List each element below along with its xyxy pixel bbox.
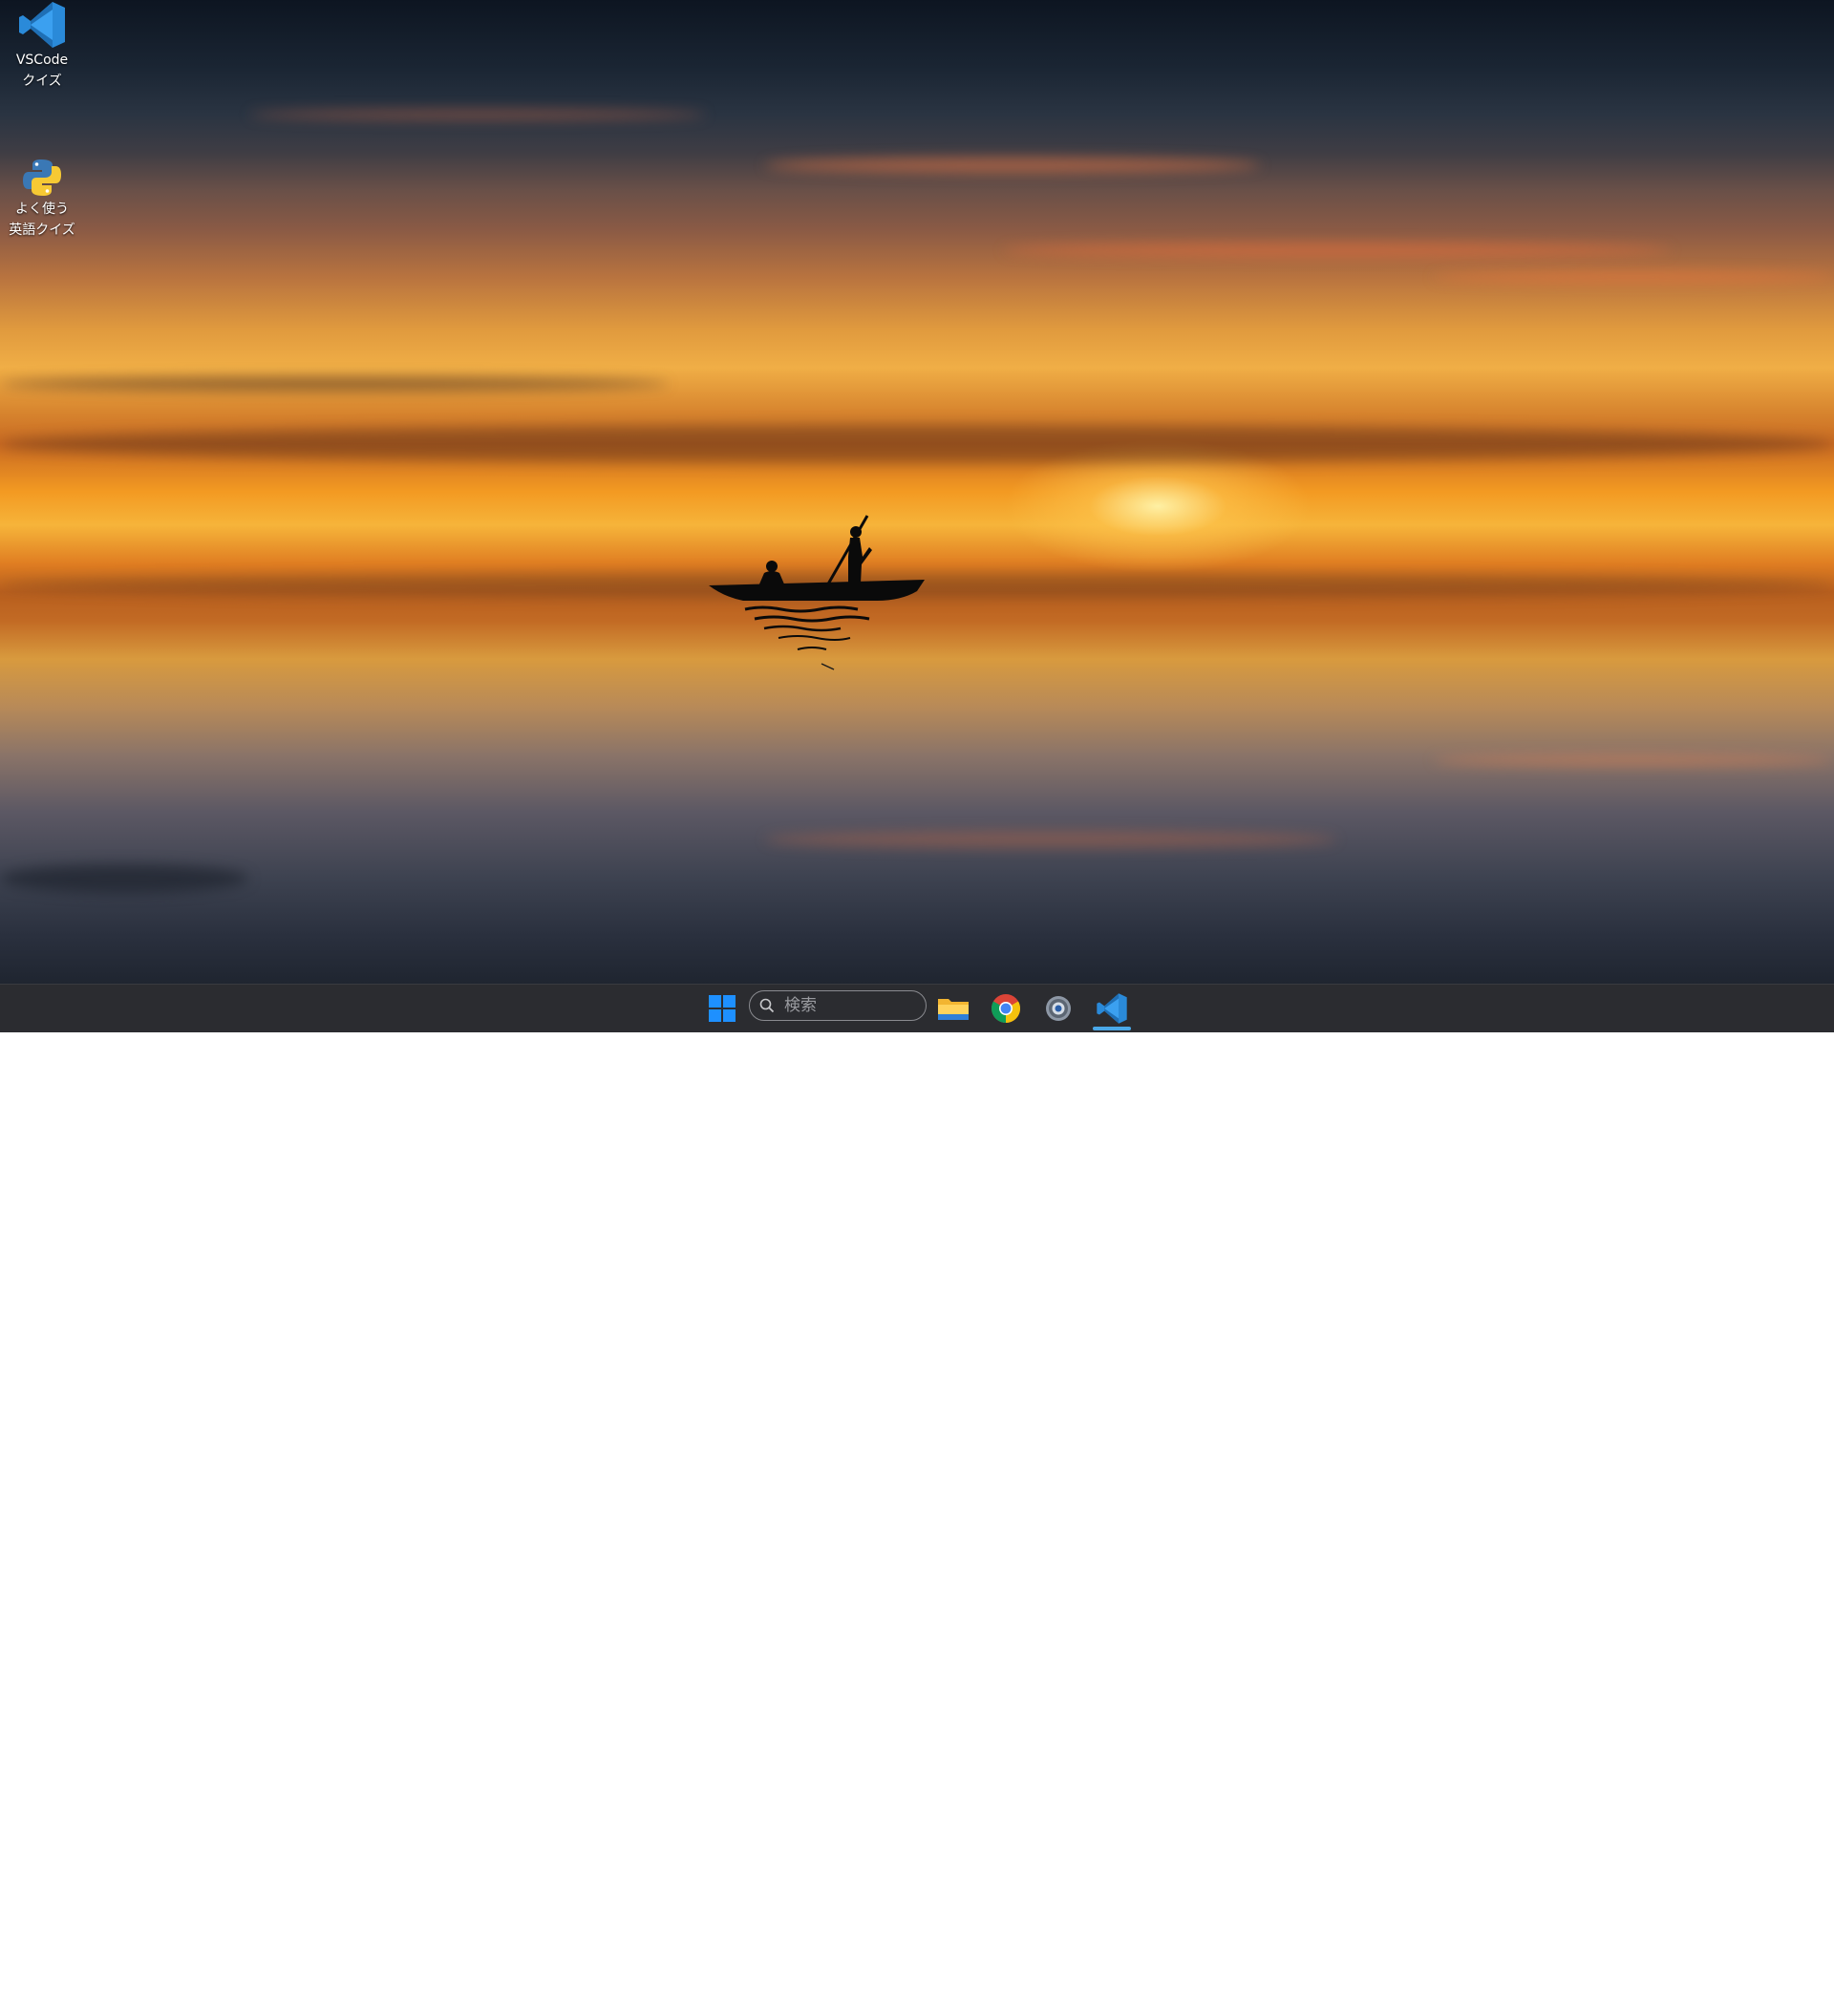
boat-silhouette [709, 515, 925, 670]
gear-icon [1046, 996, 1071, 1021]
cloud-streak [248, 110, 707, 119]
chrome-icon [991, 994, 1021, 1023]
vscode-icon [1097, 993, 1127, 1024]
desktop-icon-label: よく使う [15, 202, 69, 217]
search-icon [759, 998, 775, 1013]
water-streak [0, 864, 248, 893]
clock[interactable]: 13:10 2023/12/18 [1741, 1974, 1813, 2012]
taskbar-search-box[interactable] [749, 990, 927, 1021]
clock-date: 2023/12/18 [1741, 1995, 1813, 2009]
horizon-band [0, 425, 1834, 463]
desktop-icon-english-quiz[interactable]: よく使う 英語クイズ [2, 157, 82, 241]
cloud-streak [764, 158, 1261, 173]
cloud-streak [0, 377, 669, 391]
python-icon [23, 159, 61, 196]
cloud-streak [1433, 272, 1834, 282]
water-streak [1433, 754, 1834, 766]
vscode-icon [19, 2, 65, 48]
settings-button[interactable] [1035, 985, 1081, 1032]
desktop-icon-label: VSCode [15, 53, 69, 68]
desktop-icon-vscode-quiz[interactable]: VSCode クイズ [2, 0, 82, 92]
start-button[interactable] [699, 985, 745, 1032]
desktop-icon-label: クイズ [22, 74, 62, 89]
water-streak [764, 831, 1337, 848]
cloud-streak [1003, 244, 1672, 257]
active-app-indicator [1093, 1027, 1131, 1030]
file-explorer-button[interactable] [930, 985, 976, 1032]
vscode-taskbar-button[interactable] [1089, 985, 1135, 1032]
folder-icon [938, 999, 969, 1020]
desktop-icon-label: 英語クイズ [9, 223, 75, 238]
weather-text: 札幌の気温: -3.71°C [1540, 1982, 1702, 2002]
windows-icon [709, 995, 736, 1022]
search-input[interactable] [782, 995, 920, 1016]
chrome-button[interactable] [983, 985, 1029, 1032]
clock-time: 13:10 [1777, 1976, 1813, 1990]
desktop-wallpaper [0, 0, 1834, 984]
